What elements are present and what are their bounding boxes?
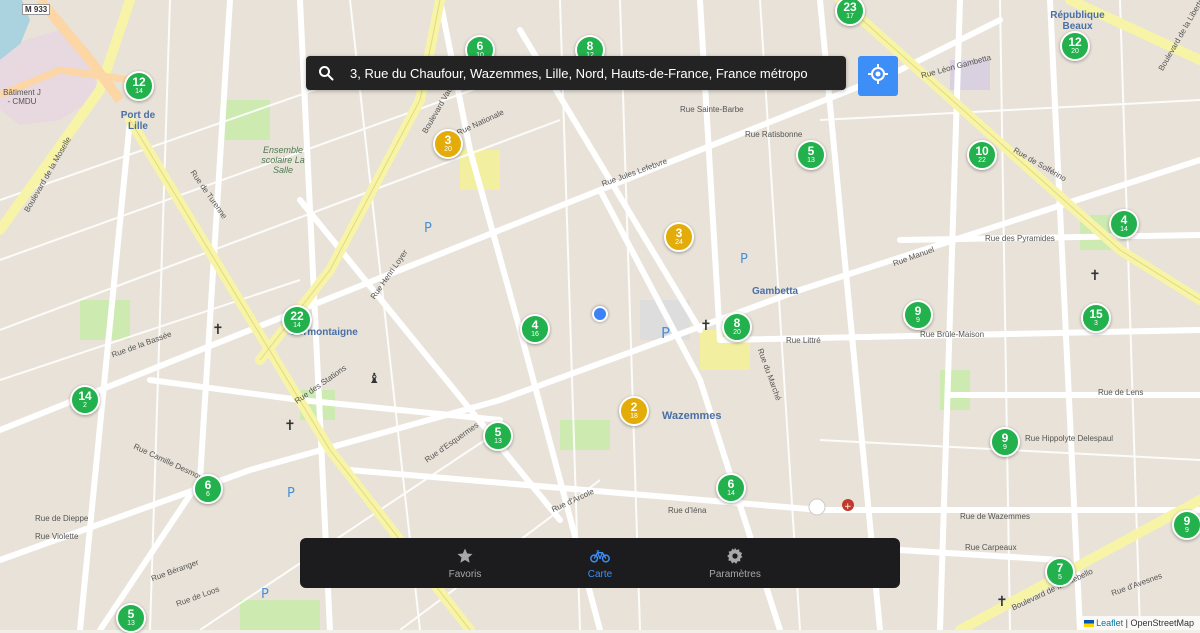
- street-label: Rue Carpeaux: [965, 543, 1017, 552]
- cluster-marker[interactable]: 3 24: [664, 222, 694, 252]
- cluster-marker[interactable]: 5 13: [796, 140, 826, 170]
- star-icon: [456, 546, 474, 566]
- svg-text:P: P: [661, 324, 670, 342]
- search-icon[interactable]: [306, 65, 346, 81]
- cluster-marker[interactable]: 66: [193, 474, 223, 504]
- ukraine-flag-icon: [1083, 620, 1094, 628]
- cluster-marker[interactable]: 6 14: [716, 473, 746, 503]
- street-label: Rue de Lens: [1098, 388, 1144, 397]
- cluster-marker[interactable]: 99: [1172, 510, 1200, 540]
- area-label-ensemble-scolaire: Ensemble scolaire La Salle: [261, 145, 305, 175]
- cluster-marker[interactable]: 4 14: [1109, 209, 1139, 239]
- place-label-republique-beaux: République Beaux: [1050, 10, 1105, 32]
- svg-text:P: P: [287, 486, 295, 501]
- svg-text:✝: ✝: [284, 418, 296, 434]
- cluster-marker[interactable]: 10 22: [967, 140, 997, 170]
- locate-me-button[interactable]: [858, 56, 898, 96]
- map-attribution: Leaflet | OpenStreetMap: [1077, 616, 1200, 630]
- cluster-marker[interactable]: 14 2: [70, 385, 100, 415]
- gear-icon: [726, 546, 744, 566]
- svg-text:P: P: [740, 252, 748, 267]
- search-input[interactable]: [346, 56, 846, 90]
- cluster-marker[interactable]: 22 14: [282, 305, 312, 335]
- user-location-dot: [592, 306, 608, 322]
- cluster-marker[interactable]: 5 13: [483, 421, 513, 451]
- tab-label: Paramètres: [709, 569, 761, 580]
- svg-text:+: +: [844, 502, 852, 512]
- place-label-gambetta: Gambetta: [752, 286, 799, 297]
- bottom-tab-bar: Favoris Carte Paramètres: [300, 538, 900, 588]
- street-label: Rue Violette: [35, 532, 79, 541]
- tab-parametres[interactable]: Paramètres: [668, 538, 803, 588]
- street-label: Rue de Wazemmes: [960, 512, 1030, 521]
- street-label: Rue de Dieppe: [35, 514, 89, 523]
- place-label-m933: M 933: [22, 4, 51, 15]
- place-label-port-de-lille: Port de Lille: [120, 110, 156, 132]
- osm-link[interactable]: OpenStreetMap: [1130, 618, 1194, 628]
- church-icon: ✝: [700, 318, 712, 334]
- street-label: Rue Hippolyte Delespaul: [1025, 434, 1114, 443]
- cluster-marker[interactable]: 99: [990, 427, 1020, 457]
- place-label-wazemmes: Wazemmes: [662, 410, 722, 422]
- street-label: Rue des Pyramides: [985, 234, 1055, 243]
- cluster-marker[interactable]: 2 18: [619, 396, 649, 426]
- tab-carte[interactable]: Carte: [533, 538, 668, 588]
- svg-text:✝: ✝: [996, 594, 1008, 610]
- street-label: Rue Littré: [786, 336, 821, 345]
- tab-label: Carte: [587, 569, 613, 580]
- street-label: Rue d'Iéna: [668, 506, 707, 515]
- svg-text:P: P: [261, 587, 269, 602]
- svg-text:♝: ♝: [368, 371, 381, 387]
- street-label: Rue Ratisbonne: [745, 130, 803, 139]
- map-canvas[interactable]: ✝ ✝ ✝ ✝ ✝ ♝ P P P P P + M 933 Bâtiment J…: [0, 0, 1200, 633]
- leaflet-link[interactable]: Leaflet: [1096, 618, 1123, 628]
- svg-text:✝: ✝: [1089, 268, 1101, 284]
- place-label-batiment: Bâtiment J - CMDU: [3, 88, 41, 106]
- street-label: Rue Brûle-Maison: [920, 330, 985, 339]
- cluster-marker[interactable]: 5 13: [116, 603, 146, 633]
- tab-label: Favoris: [448, 569, 482, 580]
- street-label: Rue Sainte-Barbe: [680, 105, 744, 114]
- cluster-marker[interactable]: 3 20: [433, 129, 463, 159]
- crosshair-icon: [867, 63, 889, 90]
- search-bar: [306, 56, 846, 90]
- bicycle-icon: [590, 546, 610, 566]
- cluster-marker[interactable]: 15 3: [1081, 303, 1111, 333]
- cluster-marker[interactable]: 99: [903, 300, 933, 330]
- cluster-marker[interactable]: 12 14: [124, 71, 154, 101]
- church-icon: ✝: [212, 322, 224, 338]
- cluster-marker[interactable]: 75: [1045, 557, 1075, 587]
- cluster-marker[interactable]: 12 20: [1060, 31, 1090, 61]
- cluster-marker[interactable]: 8 20: [722, 312, 752, 342]
- cluster-marker[interactable]: 4 16: [520, 314, 550, 344]
- svg-text:P: P: [424, 221, 432, 236]
- tab-favoris[interactable]: Favoris: [398, 538, 533, 588]
